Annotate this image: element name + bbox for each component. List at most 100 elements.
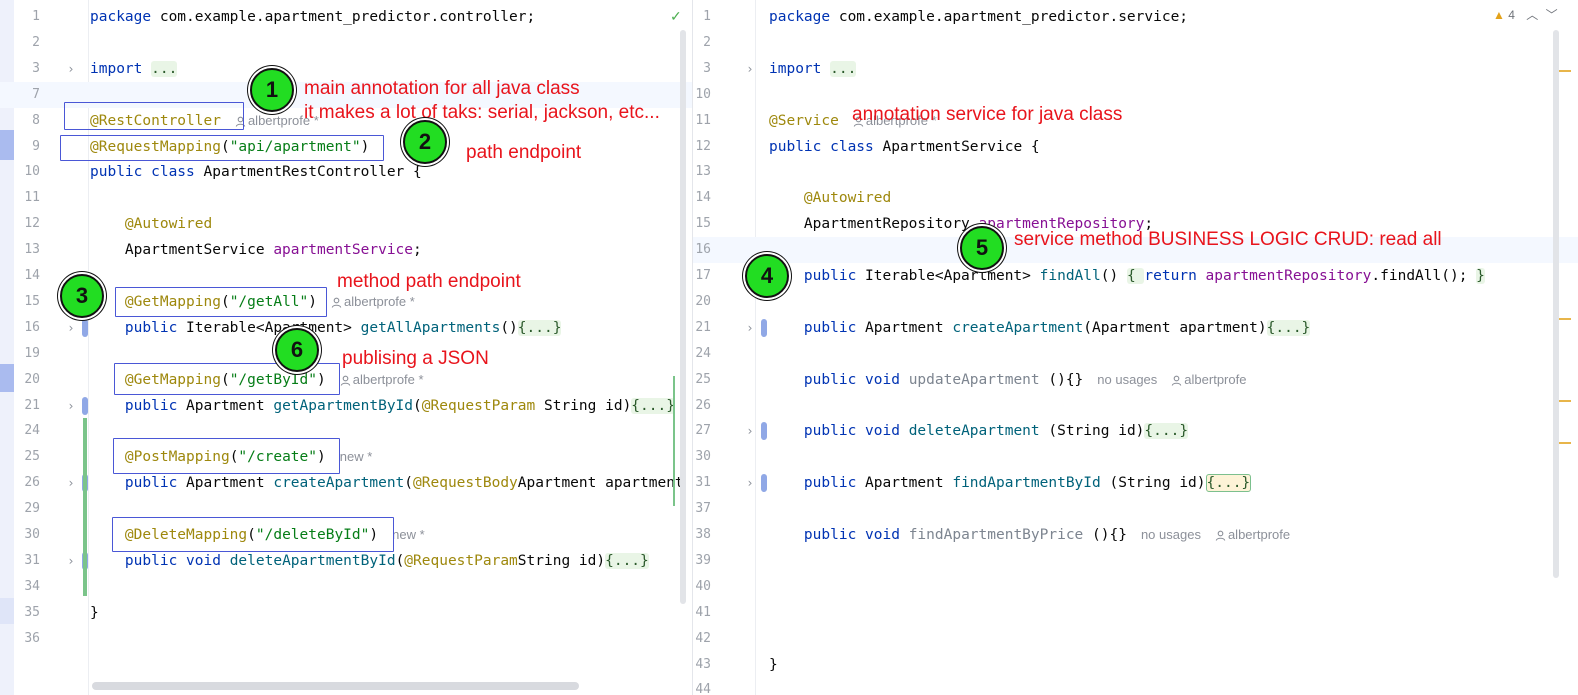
- code-line[interactable]: 40: [693, 574, 1578, 600]
- code-line[interactable]: 30: [693, 444, 1578, 470]
- code-token[interactable]: {: [1126, 268, 1145, 284]
- code-token: com.example.apartment_predictor.controll…: [159, 9, 536, 25]
- inlay-hint[interactable]: new *: [392, 527, 425, 542]
- fold-chevron-icon[interactable]: ›: [743, 56, 757, 82]
- code-line[interactable]: 2: [0, 30, 692, 56]
- code-token: @RequestBody: [413, 475, 518, 492]
- code-token: Apartment apartment: [517, 475, 684, 492]
- inlay-hint[interactable]: new *: [340, 449, 373, 464]
- code-line[interactable]: 2: [693, 30, 1578, 56]
- code-line[interactable]: 16 › public Iterable<Apartment> getAllApa…: [0, 315, 692, 341]
- author-hint[interactable]: albertprofe: [1215, 527, 1290, 542]
- code-line[interactable]: 26: [693, 393, 1578, 419]
- left-horizontal-scrollbar[interactable]: [92, 682, 579, 690]
- code-line[interactable]: 21 › public Apartment getApartmentById(@R…: [0, 393, 692, 419]
- inspection-status[interactable]: ▲ 4 ︿ ﹀: [1493, 6, 1558, 23]
- code-token[interactable]: {...}: [631, 397, 675, 414]
- right-vertical-scrollbar[interactable]: [1553, 30, 1559, 578]
- vcs-change-marker[interactable]: [82, 396, 88, 415]
- code-line[interactable]: 12 public class ApartmentService {: [693, 134, 1578, 160]
- code-line[interactable]: 24: [693, 341, 1578, 367]
- vcs-change-marker[interactable]: [761, 474, 767, 493]
- code-token: Iterable<Apartment>: [186, 319, 361, 336]
- vcs-change-marker[interactable]: [761, 318, 767, 337]
- fold-chevron-icon[interactable]: ›: [743, 470, 757, 496]
- vcs-change-marker[interactable]: [761, 422, 767, 441]
- code-line[interactable]: 38 public void findApartmentByPrice (){}…: [693, 522, 1578, 548]
- code-line[interactable]: 39: [693, 548, 1578, 574]
- line-number: 16: [695, 242, 711, 258]
- code-token[interactable]: {...}: [1266, 319, 1311, 336]
- code-text: @Autowired: [769, 185, 891, 211]
- code-line[interactable]: 13: [693, 159, 1578, 185]
- code-token: ApartmentService {: [882, 138, 1040, 155]
- code-line[interactable]: 21 › public Apartment createApartment(Apa…: [693, 315, 1578, 341]
- code-line[interactable]: 12 @Autowired: [0, 211, 692, 237]
- code-token: public void: [803, 527, 909, 543]
- code-line[interactable]: 11: [0, 185, 692, 211]
- inlay-hint[interactable]: albertprofe *: [331, 294, 415, 309]
- vcs-change-marker[interactable]: [82, 318, 88, 337]
- code-line[interactable]: 1 package com.example.apartment_predictor…: [0, 4, 692, 30]
- code-token[interactable]: ...: [830, 60, 857, 77]
- code-token[interactable]: }: [1476, 268, 1485, 284]
- code-line[interactable]: 14 @Autowired: [693, 185, 1578, 211]
- left-vertical-scrollbar[interactable]: [680, 30, 686, 604]
- line-number: 13: [24, 242, 40, 258]
- code-token: Apartment: [186, 475, 274, 492]
- code-line[interactable]: 20 @GetMapping("/getById") albertprofe *: [0, 367, 692, 393]
- code-line[interactable]: 26 › public Apartment createApartment(@Re…: [0, 470, 692, 496]
- code-token[interactable]: {...}: [517, 319, 562, 336]
- code-line[interactable]: 11 @Service albertprofe *: [693, 108, 1578, 134]
- code-line[interactable]: 10 public class ApartmentRestController {: [0, 159, 692, 185]
- code-line[interactable]: 35}: [0, 600, 692, 626]
- code-token: public: [124, 475, 187, 492]
- fold-chevron-icon[interactable]: ›: [64, 548, 78, 574]
- code-text: package com.example.apartment_predictor.…: [90, 4, 535, 30]
- fold-chevron-icon[interactable]: ›: [64, 393, 78, 419]
- code-line[interactable]: 25 public void updateApartment (){} no us…: [693, 367, 1578, 393]
- code-token[interactable]: {...}: [1205, 474, 1252, 493]
- code-line[interactable]: 42: [693, 626, 1578, 652]
- fold-chevron-icon[interactable]: ›: [64, 315, 78, 341]
- fold-chevron-icon[interactable]: ›: [64, 470, 78, 496]
- code-line[interactable]: 27 › public void deleteApartment (String …: [693, 418, 1578, 444]
- fold-chevron-icon[interactable]: ›: [743, 418, 757, 444]
- code-token[interactable]: {...}: [1144, 423, 1189, 440]
- line-number: 2: [703, 34, 711, 50]
- code-token: createApartment: [952, 319, 1084, 336]
- code-token[interactable]: ...: [151, 60, 178, 77]
- code-line[interactable]: 44: [693, 677, 1578, 695]
- right-editor-pane[interactable]: 1 package com.example.apartment_predictor…: [692, 0, 1578, 695]
- code-token: ApartmentService: [90, 242, 274, 259]
- code-line[interactable]: 43}: [693, 652, 1578, 678]
- code-line[interactable]: 25 @PostMapping("/create") new *: [0, 444, 692, 470]
- fold-chevron-icon[interactable]: ›: [743, 315, 757, 341]
- line-number: 11: [695, 112, 711, 128]
- code-line[interactable]: 13 ApartmentService apartmentService;: [0, 237, 692, 263]
- chevron-down-icon[interactable]: ﹀: [1546, 8, 1558, 22]
- chevron-up-icon[interactable]: ︿: [1526, 8, 1538, 22]
- code-token[interactable]: {...}: [605, 552, 649, 569]
- code-line[interactable]: 37: [693, 496, 1578, 522]
- author-hint[interactable]: albertprofe: [1171, 372, 1246, 387]
- code-token: return: [1144, 268, 1206, 284]
- code-line[interactable]: 10: [693, 82, 1578, 108]
- code-line[interactable]: 34: [0, 574, 692, 600]
- code-line[interactable]: 3 › import ...: [693, 56, 1578, 82]
- inlay-hint[interactable]: no usages: [1141, 527, 1201, 542]
- code-line[interactable]: 1 package com.example.apartment_predictor…: [693, 4, 1578, 30]
- inlay-hint[interactable]: no usages: [1097, 372, 1157, 387]
- line-number: 10: [24, 164, 40, 180]
- code-line[interactable]: 36: [0, 626, 692, 652]
- code-line[interactable]: 24: [0, 418, 692, 444]
- code-line[interactable]: 41: [693, 600, 1578, 626]
- code-line[interactable]: 31 › public Apartment findApartmentById (…: [693, 470, 1578, 496]
- code-token: @RequestParam: [404, 552, 518, 569]
- annotation-box-getall: [115, 287, 327, 317]
- code-line[interactable]: 17 public Iterable<Apartment> findAll() …: [693, 263, 1578, 289]
- inlay-hint[interactable]: albertprofe *: [340, 372, 424, 387]
- fold-chevron-icon[interactable]: ›: [64, 56, 78, 82]
- code-line[interactable]: 20: [693, 289, 1578, 315]
- inlay-hint-text: new *: [392, 527, 425, 542]
